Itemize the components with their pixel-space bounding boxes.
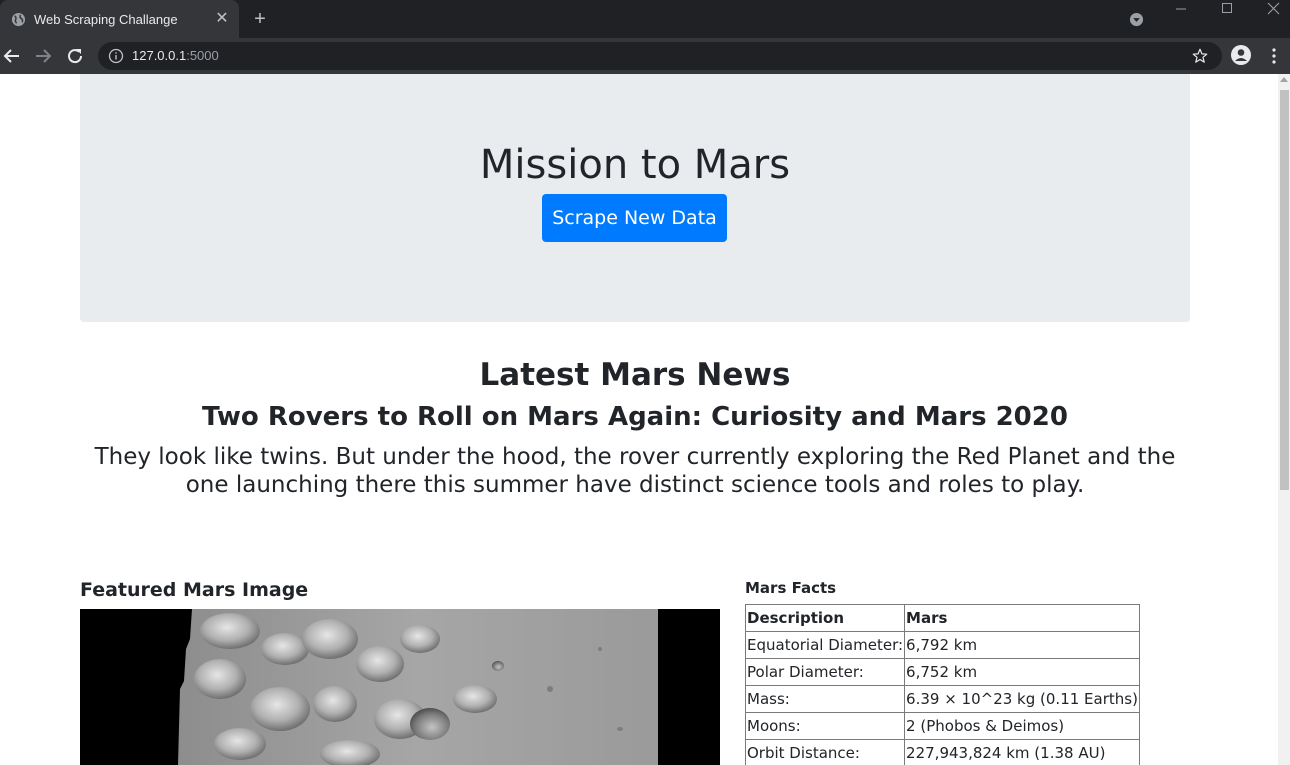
table-row: Equatorial Diameter: 6,792 km	[744, 631, 1140, 659]
page-viewport: Mission to Mars Scrape New Data Latest M…	[0, 74, 1290, 765]
url-host: 127.0.0.1	[132, 48, 187, 63]
table-row: Polar Diameter: 6,752 km	[744, 658, 1140, 686]
table-cell: Equatorial Diameter:	[744, 631, 906, 659]
table-row: Moons: 2 (Phobos & Deimos)	[744, 712, 1140, 740]
globe-icon	[11, 12, 26, 27]
news-title: Two Rovers to Roll on Mars Again: Curios…	[202, 402, 1068, 432]
news-teaser: They look like twins. But under the hood…	[94, 444, 1176, 498]
window-close-icon[interactable]	[1250, 0, 1290, 30]
table-cell: 2 (Phobos & Deimos)	[904, 712, 1140, 740]
table-cell: Polar Diameter:	[744, 658, 906, 686]
jumbotron: Mission to Mars Scrape New Data	[80, 74, 1190, 322]
featured-image-heading: Featured Mars Image	[80, 579, 309, 601]
maximize-icon[interactable]	[1204, 0, 1250, 30]
table-cell: Moons:	[744, 712, 906, 740]
browser-toolbar: 127.0.0.1:5000	[0, 38, 1290, 74]
url-port: :5000	[186, 48, 219, 63]
new-tab-button[interactable]: +	[250, 9, 270, 29]
table-row: Mass: 6.39 × 10^23 kg (0.11 Earths)	[744, 685, 1140, 713]
tab-close-icon[interactable]: ✕	[213, 10, 231, 28]
tab-search-icon[interactable]	[1129, 12, 1144, 27]
minimize-icon[interactable]	[1158, 0, 1204, 30]
tab-title: Web Scraping Challange	[34, 12, 178, 27]
reload-icon[interactable]	[63, 44, 87, 68]
table-cell: Mass:	[744, 685, 906, 713]
table-cell: 6,752 km	[904, 658, 1140, 686]
scrollbar-thumb[interactable]	[1280, 90, 1289, 490]
arrow-right-icon[interactable]	[31, 44, 55, 68]
address-bar[interactable]: 127.0.0.1:5000	[98, 42, 1222, 70]
vertical-scrollbar[interactable]	[1278, 74, 1290, 765]
mars-surface-picture	[178, 609, 658, 765]
table-cell: Orbit Distance:	[744, 739, 906, 765]
page-title: Mission to Mars	[479, 142, 791, 188]
url-text: 127.0.0.1:5000	[132, 48, 219, 63]
column-header-description: Description	[744, 604, 906, 632]
info-icon[interactable]	[108, 48, 124, 64]
table-cell: 227,943,824 km (1.38 AU)	[904, 739, 1140, 765]
table-cell: 6.39 × 10^23 kg (0.11 Earths)	[904, 685, 1140, 713]
mars-facts-table: Description Mars Equatorial Diameter: 6,…	[744, 604, 1140, 765]
table-cell: 6,792 km	[904, 631, 1140, 659]
kebab-menu-icon[interactable]	[1264, 46, 1284, 66]
mars-facts-heading: Mars Facts	[745, 579, 837, 597]
account-icon[interactable]	[1230, 44, 1252, 66]
table-header-row: Description Mars	[744, 604, 1140, 632]
tab-strip: Web Scraping Challange ✕ +	[0, 0, 1290, 38]
featured-mars-image	[80, 609, 720, 765]
news-heading: Latest Mars News	[479, 357, 791, 393]
table-row: Orbit Distance: 227,943,824 km (1.38 AU)	[744, 739, 1140, 765]
column-header-mars: Mars	[904, 604, 1140, 632]
scroll-up-arrow-icon[interactable]	[1280, 77, 1288, 82]
arrow-left-icon[interactable]	[0, 44, 24, 68]
star-icon[interactable]	[1191, 47, 1209, 65]
scrape-new-data-button[interactable]: Scrape New Data	[542, 194, 727, 242]
browser-tab[interactable]: Web Scraping Challange ✕	[0, 0, 239, 38]
